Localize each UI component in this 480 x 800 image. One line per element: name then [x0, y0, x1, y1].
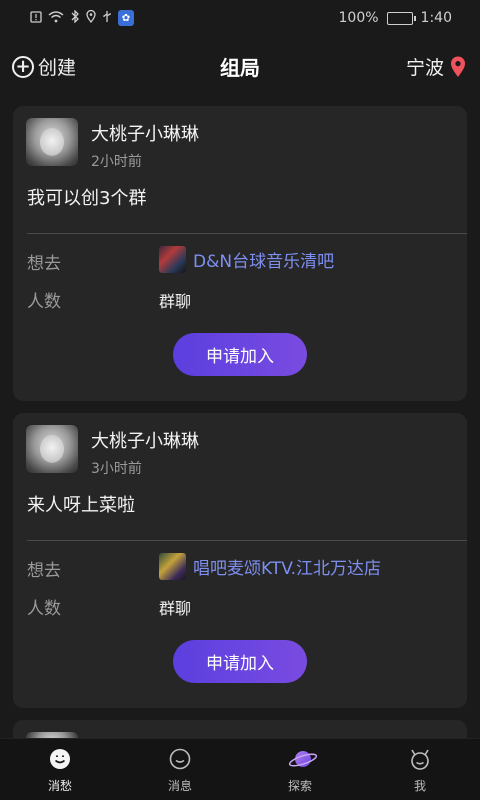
nav-tab-explore[interactable]: 探索: [240, 739, 360, 800]
planet-icon: [288, 747, 318, 771]
avatar[interactable]: [26, 118, 78, 166]
divider: [27, 233, 467, 234]
app-badge-icon: ✿: [118, 10, 134, 26]
status-bar: ✿ 100% 1:40: [0, 0, 480, 36]
user-name[interactable]: 大桃子小琳琳: [91, 120, 199, 146]
group-feed[interactable]: 大桃子小琳琳 2小时前 我可以创3个群 想去 D&N台球音乐清吧 人数 群聊 申…: [0, 94, 480, 738]
avatar[interactable]: [26, 425, 78, 473]
nav-label: 探索: [287, 779, 312, 793]
bottom-nav: 消愁 消息 探索 我: [0, 738, 480, 800]
join-button[interactable]: 申请加入: [173, 333, 307, 376]
post-time: 2小时前: [91, 154, 142, 170]
city-label: 宁波: [405, 57, 444, 79]
post-text: 来人呀上菜啦: [27, 495, 135, 516]
status-icons: ✿: [30, 9, 134, 26]
want-label: 想去: [27, 254, 61, 274]
venue-name[interactable]: 唱吧麦颂KTV.江北万达店: [193, 554, 381, 579]
join-button[interactable]: 申请加入: [173, 640, 307, 683]
nav-tab-home[interactable]: 消愁: [0, 739, 120, 800]
people-value-text: 群聊: [159, 599, 192, 618]
venue-name[interactable]: D&N台球音乐清吧: [193, 247, 334, 272]
city-selector[interactable]: 宁波: [406, 53, 466, 80]
post-card[interactable]: 大桃子小琳琳 2小时前 我可以创3个群 想去 D&N台球音乐清吧 人数 群聊 申…: [13, 106, 467, 401]
user-name[interactable]: 大桃子小琳琳: [91, 427, 199, 453]
people-value-text: 群聊: [159, 292, 192, 311]
venue-thumbnail: [159, 246, 186, 273]
people-value: 群聊: [159, 288, 191, 312]
top-header: + 创建 组局 宁波: [0, 36, 480, 94]
location-icon: [86, 9, 96, 26]
venue-link[interactable]: D&N台球音乐清吧: [159, 246, 334, 273]
nav-label: 消愁: [47, 779, 72, 793]
alert-icon: [30, 10, 42, 26]
clock: 1:40: [420, 10, 452, 26]
wifi-icon: [48, 10, 64, 26]
nav-tab-messages[interactable]: 消息: [120, 739, 240, 800]
venue-link[interactable]: 唱吧麦颂KTV.江北万达店: [159, 553, 381, 580]
want-label: 想去: [27, 561, 61, 581]
post-text: 我可以创3个群: [27, 188, 147, 209]
battery-percent: 100%: [338, 10, 379, 26]
status-right: 100% 1:40: [339, 10, 452, 26]
devil-face-icon: [408, 747, 432, 771]
nav-tab-me[interactable]: 我: [360, 739, 480, 800]
message-face-icon: [168, 747, 192, 771]
people-value: 群聊: [159, 595, 191, 619]
nav-label: 消息: [167, 779, 192, 793]
smile-face-icon: [48, 747, 72, 771]
battery-icon: [386, 11, 416, 25]
divider: [27, 540, 467, 541]
people-label: 人数: [27, 599, 61, 619]
venue-thumbnail: [159, 553, 186, 580]
post-time: 3小时前: [91, 461, 142, 477]
post-card[interactable]: 大桃子小琳琳 3小时前 来人呀上菜啦 想去 唱吧麦颂KTV.江北万达店 人数 群…: [13, 413, 467, 708]
nav-label: 我: [413, 779, 426, 793]
people-label: 人数: [27, 292, 61, 312]
usb-icon: [102, 10, 112, 26]
bluetooth-icon: [70, 9, 80, 26]
post-card-partial[interactable]: [13, 720, 467, 738]
location-pin-icon: [450, 56, 466, 78]
